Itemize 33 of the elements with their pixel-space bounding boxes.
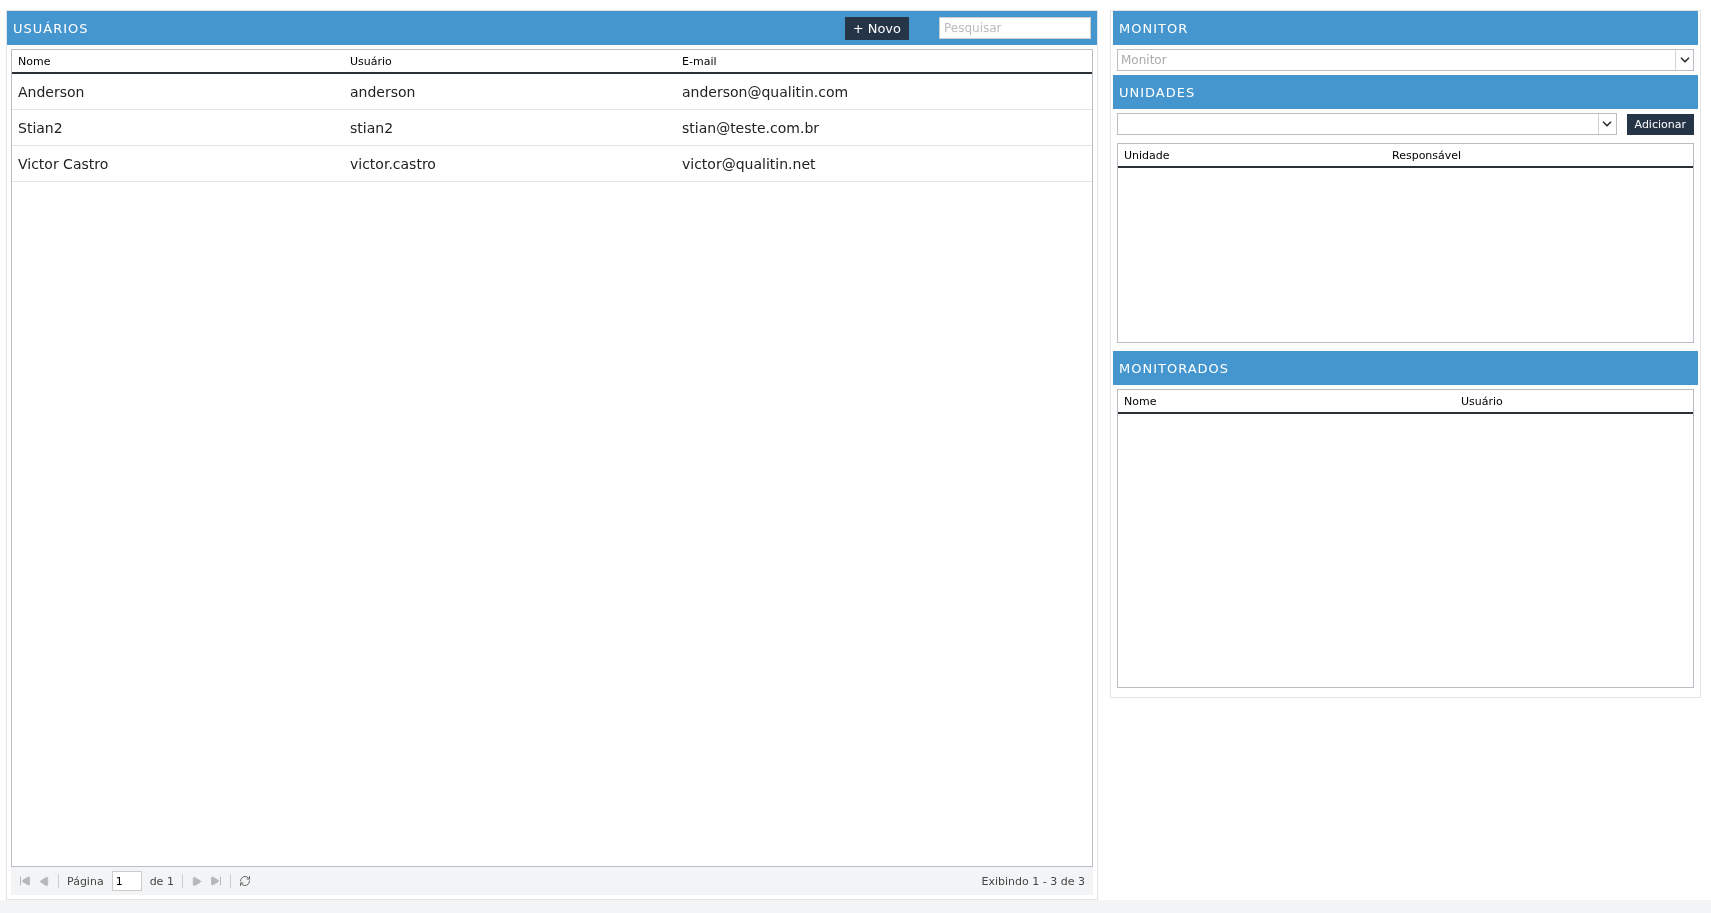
column-header[interactable]: Responsável bbox=[1392, 148, 1693, 162]
previous-page-icon[interactable] bbox=[39, 875, 50, 887]
table-cell-text: Victor Castro bbox=[18, 155, 110, 172]
panel-title: USUÁRIOS bbox=[13, 20, 90, 36]
table-cell-text: victor@qualitin.net bbox=[682, 155, 817, 172]
last-page-icon[interactable] bbox=[209, 875, 222, 887]
column-header[interactable]: Nome bbox=[1124, 394, 1461, 408]
first-page-icon[interactable] bbox=[19, 875, 31, 887]
page-count: de 1 bbox=[149, 874, 174, 888]
column-header[interactable]: Unidade bbox=[1124, 148, 1392, 162]
panel-title: MONITORADOS bbox=[1119, 360, 1231, 376]
table-cell-text: anderson bbox=[350, 83, 417, 100]
search-field[interactable]: Pesquisar bbox=[939, 17, 1091, 39]
table-cell-text: victor.castro bbox=[350, 155, 437, 172]
panel-title: UNIDADES bbox=[1119, 84, 1197, 100]
add-button[interactable]: Adicionar bbox=[1626, 113, 1694, 135]
column-header[interactable]: Nome bbox=[18, 54, 350, 68]
column-header[interactable]: Usuário bbox=[1461, 394, 1693, 408]
new-button[interactable]: + Novo bbox=[844, 16, 909, 40]
table-cell-text: Stian2 bbox=[18, 119, 64, 136]
table-cell-text: stian2 bbox=[350, 119, 395, 136]
next-page-icon[interactable] bbox=[190, 875, 202, 887]
panel-title: MONITOR bbox=[1119, 20, 1190, 36]
records-summary: Exibindo 1 - 3 de 3 bbox=[981, 874, 1085, 888]
table-cell-text: stian@teste.com.br bbox=[682, 119, 821, 136]
column-header[interactable]: E-mail bbox=[682, 54, 1092, 68]
refresh-icon[interactable] bbox=[238, 875, 251, 887]
page-label: Página bbox=[67, 874, 104, 888]
page-input[interactable]: 1 bbox=[111, 871, 142, 891]
table-cell-text: anderson@qualitin.com bbox=[682, 83, 850, 100]
table-cell-text: Anderson bbox=[18, 83, 86, 100]
column-header[interactable]: Usuário bbox=[350, 54, 682, 68]
unit-select[interactable] bbox=[1117, 113, 1617, 135]
